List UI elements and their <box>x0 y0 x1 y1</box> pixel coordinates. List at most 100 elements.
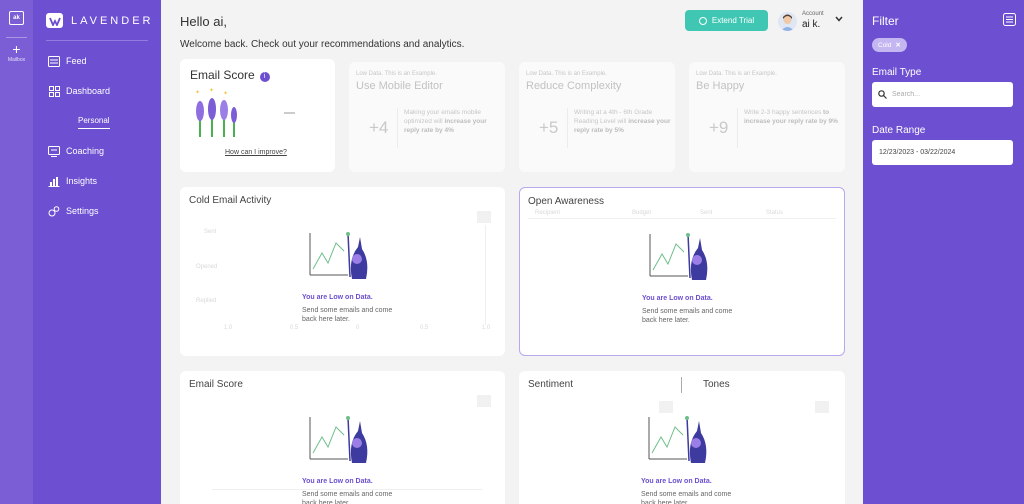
filter-settings-icon[interactable] <box>1003 13 1016 26</box>
account-label: Account <box>802 11 824 17</box>
card-divider <box>567 108 568 148</box>
ghost-axis-label: 1.0 <box>482 325 491 331</box>
email-score-panel: Email Score You are Low on Data. Send som… <box>180 371 505 504</box>
low-data-note: Low Data. This is an Example. <box>696 71 777 77</box>
extend-trial-button[interactable]: Extend Trial <box>685 10 768 31</box>
coaching-icon <box>48 145 60 157</box>
wizard-illustration-icon <box>309 416 368 463</box>
ghost-axis-label: Opened <box>196 264 218 270</box>
sidebar-item-label: Settings <box>66 206 99 216</box>
panel-title: Open Awareness <box>528 196 604 207</box>
panel-title: Sentiment <box>528 379 574 390</box>
cold-email-activity-panel: Cold Email Activity Sent Opened Replied … <box>180 187 505 356</box>
mailbox-badge[interactable]: ak <box>9 11 24 25</box>
ghost-axis-label: Sent <box>204 229 217 235</box>
ghost-axis-label: 0.5 <box>290 325 299 331</box>
insights-icon <box>48 175 60 187</box>
recommendation-description: Write 2-3 happy sentences to increase yo… <box>744 109 838 125</box>
mailbox-rail: ak + Mailbox <box>0 0 33 504</box>
sidebar-item-settings[interactable]: Settings <box>48 205 99 217</box>
recommendation-card[interactable]: Low Data. This is an Example. Be Happy +… <box>689 62 845 172</box>
low-data-note: Low Data. This is an Example. <box>526 71 607 77</box>
welcome-message: Welcome back. Check out your recommendat… <box>180 39 465 50</box>
recommendation-card[interactable]: Low Data. This is an Example. Use Mobile… <box>349 62 505 172</box>
chip-label: Cold <box>878 41 892 49</box>
date-range-label: Date Range <box>872 125 926 136</box>
card-divider <box>397 108 398 148</box>
chevron-down-icon[interactable] <box>835 16 843 22</box>
ghost-control <box>477 395 491 407</box>
account-name[interactable]: ai k. <box>802 19 820 30</box>
sidebar-subitem-personal[interactable]: Personal <box>78 116 110 129</box>
recommendation-score: +4 <box>369 118 389 137</box>
ghost-axis-label: 1.0 <box>224 325 233 331</box>
search-icon <box>878 90 887 99</box>
sidebar-item-label: Coaching <box>66 146 105 156</box>
clock-icon <box>698 16 707 25</box>
score-placeholder <box>284 112 295 114</box>
filter-chip-cold[interactable]: Cold ✕ <box>872 38 907 52</box>
wizard-illustration-icon <box>649 233 708 280</box>
wizard-illustration-icon <box>309 232 368 279</box>
email-score-title: Email Score i <box>190 68 270 82</box>
greeting: Hello ai, <box>180 14 227 29</box>
email-type-label: Email Type <box>872 67 922 78</box>
ghost-column-header: Budget <box>632 210 652 216</box>
email-score-card: Email Score i ✦ ✦ ✦ How can I improve? <box>180 59 335 172</box>
panel-divider <box>681 377 682 393</box>
settings-icon <box>48 205 60 217</box>
lavender-plant-icon: ✦ ✦ ✦ <box>195 87 237 137</box>
recommendation-title: Use Mobile Editor <box>356 80 443 92</box>
panel-title: Cold Email Activity <box>189 195 272 206</box>
email-type-search-field[interactable] <box>872 82 1013 107</box>
wizard-illustration-icon <box>648 416 707 463</box>
sidebar-divider <box>46 40 148 41</box>
info-icon[interactable]: i <box>259 71 270 82</box>
sidebar-item-label: Feed <box>66 56 87 66</box>
low-data-message: You are Low on Data. Send some emails and… <box>642 295 733 324</box>
card-divider <box>737 108 738 148</box>
low-data-message: You are Low on Data. Send some emails and… <box>302 294 393 323</box>
recommendation-card[interactable]: Low Data. This is an Example. Reduce Com… <box>519 62 675 172</box>
sidebar-item-label: Dashboard <box>66 86 111 96</box>
add-mailbox-label: Mailbox <box>7 57 26 63</box>
feed-icon <box>48 55 60 67</box>
open-awareness-panel: Open Awareness Recipient Budget Sent Sta… <box>519 187 845 356</box>
sidebar-item-insights[interactable]: Insights <box>48 175 97 187</box>
ghost-control <box>815 401 829 413</box>
ghost-scrollbar <box>485 225 486 325</box>
recommendation-score: +5 <box>539 118 559 137</box>
ghost-control <box>477 211 491 223</box>
close-icon[interactable]: ✕ <box>895 41 900 49</box>
add-mailbox-icon[interactable]: + <box>0 42 33 56</box>
logo-text: LAVENDER <box>71 15 154 27</box>
how-can-i-improve-link[interactable]: How can I improve? <box>225 149 287 156</box>
search-input[interactable] <box>892 86 1007 103</box>
date-range-picker[interactable]: 12/23/2023 - 03/22/2024 <box>872 140 1013 165</box>
sentiment-panel: Sentiment Tones You are Low on Data. Send… <box>519 371 845 504</box>
ghost-axis-label: Replied <box>196 298 217 304</box>
sidebar-item-feed[interactable]: Feed <box>48 55 87 67</box>
low-data-message: You are Low on Data. Send some emails and… <box>302 478 393 504</box>
extend-trial-label: Extend Trial <box>711 16 755 25</box>
svg-text:✦: ✦ <box>209 87 214 94</box>
recommendation-description: Making your emails mobile optimized will… <box>404 109 487 134</box>
ghost-row-divider <box>528 218 836 219</box>
ghost-control <box>659 401 673 413</box>
filter-title: Filter <box>872 14 899 28</box>
recommendation-score: +9 <box>709 118 729 137</box>
ghost-column-header: Recipient <box>535 210 561 216</box>
svg-text:✦: ✦ <box>223 90 228 97</box>
ghost-column-header: Sent <box>700 210 713 216</box>
tones-title: Tones <box>703 379 730 390</box>
svg-text:✦: ✦ <box>195 89 200 96</box>
dashboard-icon <box>48 85 60 97</box>
rail-divider <box>6 37 27 38</box>
filter-panel: Filter Cold ✕ Email Type Date Range 12/2… <box>863 0 1024 504</box>
sidebar-item-coaching[interactable]: Coaching <box>48 145 104 157</box>
recommendation-title: Be Happy <box>696 80 745 92</box>
avatar[interactable] <box>778 12 797 31</box>
sidebar-item-dashboard[interactable]: Dashboard <box>48 85 110 97</box>
panel-title: Email Score <box>189 379 243 390</box>
sidebar-item-label: Insights <box>66 176 98 186</box>
